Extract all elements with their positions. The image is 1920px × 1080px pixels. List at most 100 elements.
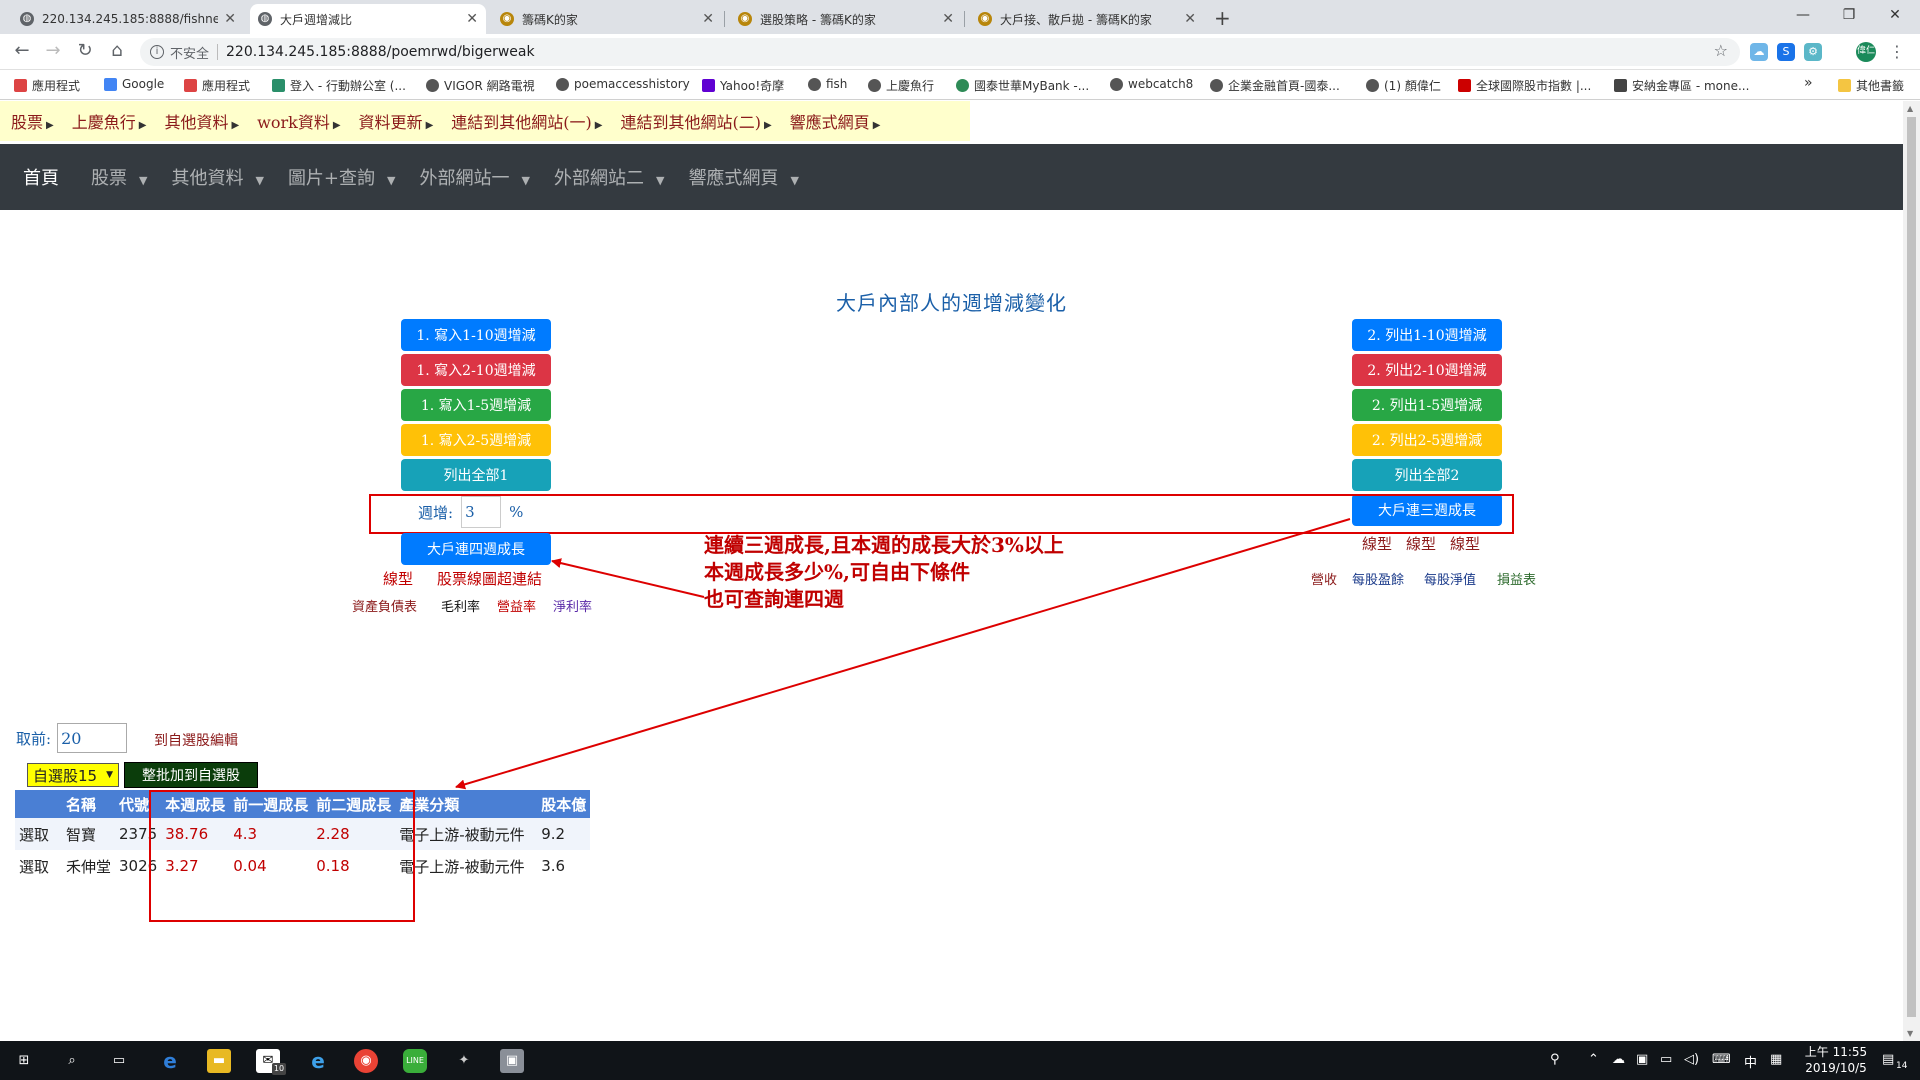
windows-taskbar: ⊞ ⌕ ▭ e ▬ ✉ 10 e ◉ LINE ✦ ▣ ⚲ ⌃ ☁ ▣ ▭ ◁)…	[0, 1041, 1920, 1080]
network-icon[interactable]: ▭	[1660, 1052, 1672, 1067]
app-icon[interactable]: ▣	[500, 1049, 524, 1073]
onedrive-icon[interactable]: ☁	[1612, 1052, 1625, 1067]
line-icon[interactable]: LINE	[403, 1049, 427, 1073]
new-tab-button[interactable]: +	[1214, 6, 1231, 30]
notification-icon[interactable]: ▤	[1882, 1052, 1894, 1067]
cloud-extension-icon[interactable]: ☁	[1750, 43, 1768, 61]
bookmark-item[interactable]: 上慶魚行	[868, 77, 934, 94]
stock-name: 智寶	[62, 818, 116, 850]
batch-add-watchlist-button[interactable]: 整批加到自選股	[124, 762, 258, 788]
system-clock[interactable]: 上午 11:55 2019/10/5	[1796, 1044, 1876, 1076]
industry: 電子上游-被動元件	[395, 818, 538, 850]
bookmarks-overflow-button[interactable]: »	[1804, 75, 1813, 91]
column-header: 名稱	[62, 790, 116, 818]
bookmark-item[interactable]: 企業金融首頁-國泰...	[1210, 77, 1340, 94]
bookmark-item[interactable]: poemaccesshistory	[556, 77, 690, 91]
browser-tab[interactable]: ◍ 220.134.245.185:8888/fishnew/ ✕	[12, 4, 244, 34]
reload-icon[interactable]: ↻	[72, 40, 98, 61]
bookmark-item[interactable]: (1) 顏偉仁	[1366, 77, 1441, 94]
folder-icon	[1838, 79, 1851, 92]
restore-button[interactable]: ❐	[1826, 0, 1872, 30]
mail-badge: 10	[272, 1063, 286, 1075]
close-window-button[interactable]: ✕	[1872, 0, 1918, 30]
bookmark-item[interactable]: 國泰世華MyBank -...	[956, 77, 1089, 94]
keyboard-icon[interactable]: ⌨	[1712, 1052, 1731, 1067]
file-explorer-icon[interactable]: ▬	[207, 1049, 231, 1073]
chrome-icon[interactable]: ◉	[354, 1049, 378, 1073]
industry: 電子上游-被動元件	[399, 857, 525, 876]
volume-icon[interactable]: ◁)	[1684, 1052, 1699, 1067]
globe-icon	[556, 77, 569, 91]
address-bar[interactable]: i 不安全 220.134.245.185:8888/poemrwd/biger…	[140, 38, 1740, 66]
site-favicon-icon: ◉	[978, 12, 992, 26]
bookmark-item[interactable]: 登入 - 行動辦公室 (...	[272, 77, 406, 94]
vertical-scrollbar[interactable]: ▲ ▼	[1903, 101, 1920, 1041]
app-icon[interactable]: ✦	[452, 1049, 476, 1073]
arrow-to-four-week	[551, 558, 705, 598]
select-stock-link[interactable]: 選取	[15, 850, 62, 882]
close-tab-icon[interactable]: ✕	[942, 11, 954, 27]
chevron-up-icon[interactable]: ⌃	[1588, 1052, 1599, 1067]
people-icon[interactable]: ⚲	[1550, 1052, 1560, 1067]
browser-tab[interactable]: ◉ 大戶接、散戶拋 - 籌碼K的家 ✕	[970, 4, 1204, 34]
bookmark-label: 應用程式	[202, 79, 251, 93]
scroll-up-icon[interactable]: ▲	[1907, 104, 1913, 113]
bookmark-item[interactable]: Google	[104, 77, 164, 91]
profile-avatar[interactable]: 偉仁	[1856, 42, 1876, 62]
growth-columns-highlight	[149, 790, 415, 922]
bookmark-item[interactable]: 安納金專區 - mone...	[1614, 77, 1749, 94]
browser-tab[interactable]: ◉ 選股策略 - 籌碼K的家 ✕	[730, 4, 962, 34]
kebab-menu-icon[interactable]: ⋮	[1888, 43, 1906, 61]
home-icon[interactable]: ⌂	[104, 40, 130, 61]
app-tray-icon[interactable]: ▦	[1770, 1052, 1782, 1067]
info-icon[interactable]: i	[150, 45, 164, 59]
bookmark-item[interactable]: 應用程式	[14, 77, 80, 94]
s-extension-icon[interactable]: S	[1777, 43, 1795, 61]
scroll-down-icon[interactable]: ▼	[1907, 1029, 1913, 1038]
forward-arrow-icon[interactable]: →	[40, 40, 66, 61]
browser-tab[interactable]: ◉ 籌碼K的家 ✕	[492, 4, 722, 34]
back-arrow-icon[interactable]: ←	[9, 40, 35, 61]
bookmark-item[interactable]: fish	[808, 77, 847, 91]
close-tab-icon[interactable]: ✕	[1184, 11, 1196, 27]
stock-name: 禾伸堂	[66, 857, 112, 876]
google-icon	[104, 77, 117, 91]
other-bookmarks[interactable]: 其他書籤	[1838, 77, 1904, 94]
bookmark-item[interactable]: VIGOR 網路電視	[426, 77, 535, 94]
browser-tab-active[interactable]: ◍ 大戶週增減比 ✕	[250, 4, 486, 34]
url-text[interactable]: 220.134.245.185:8888/poemrwd/bigerweak	[226, 44, 535, 60]
take-top-input[interactable]	[57, 723, 128, 753]
clock-time: 上午 11:55	[1804, 1045, 1868, 1059]
tab-separator	[964, 11, 965, 27]
windows-start-icon[interactable]: ⊞	[12, 1049, 36, 1073]
scrollbar-thumb[interactable]	[1907, 117, 1916, 1017]
edge-icon[interactable]: e	[158, 1049, 182, 1073]
site-favicon-icon	[1614, 79, 1627, 92]
watchlist-select[interactable]: 自選股15 ▼	[27, 763, 119, 787]
task-view-icon[interactable]: ▭	[107, 1049, 131, 1073]
gear-extension-icon[interactable]: ⚙	[1804, 43, 1822, 61]
close-tab-icon[interactable]: ✕	[702, 11, 714, 27]
tab-title: 220.134.245.185:8888/fishnew/	[42, 12, 219, 26]
close-tab-icon[interactable]: ✕	[466, 11, 478, 27]
internet-explorer-icon[interactable]: e	[306, 1049, 330, 1073]
globe-icon	[426, 79, 439, 92]
watchlist-edit-link[interactable]: 到自選股編輯	[154, 730, 238, 750]
ime-indicator[interactable]: 中	[1744, 1052, 1757, 1071]
bookmark-star-icon[interactable]: ☆	[1714, 41, 1728, 60]
bookmark-item[interactable]: 應用程式	[184, 77, 250, 94]
capital: 9.2	[537, 818, 591, 850]
app-tray-icon[interactable]: ▣	[1636, 1052, 1648, 1067]
bookmark-item[interactable]: 全球國際股市指數 |...	[1458, 77, 1591, 94]
tab-title: 大戶接、散戶拋 - 籌碼K的家	[1000, 12, 1152, 27]
close-tab-icon[interactable]: ✕	[224, 11, 236, 27]
minimize-button[interactable]: —	[1780, 0, 1826, 30]
watchlist-select-value: 自選股15	[33, 766, 98, 785]
bookmark-label: 應用程式	[32, 79, 81, 93]
search-icon[interactable]: ⌕	[60, 1049, 84, 1073]
bookmark-item[interactable]: Yahoo!奇摩	[702, 77, 784, 94]
bookmark-label: 企業金融首頁-國泰...	[1228, 79, 1340, 93]
bookmark-item[interactable]: webcatch8	[1110, 77, 1193, 91]
take-top-filter: 取前:	[16, 723, 128, 753]
select-stock-link[interactable]: 選取	[15, 818, 62, 850]
